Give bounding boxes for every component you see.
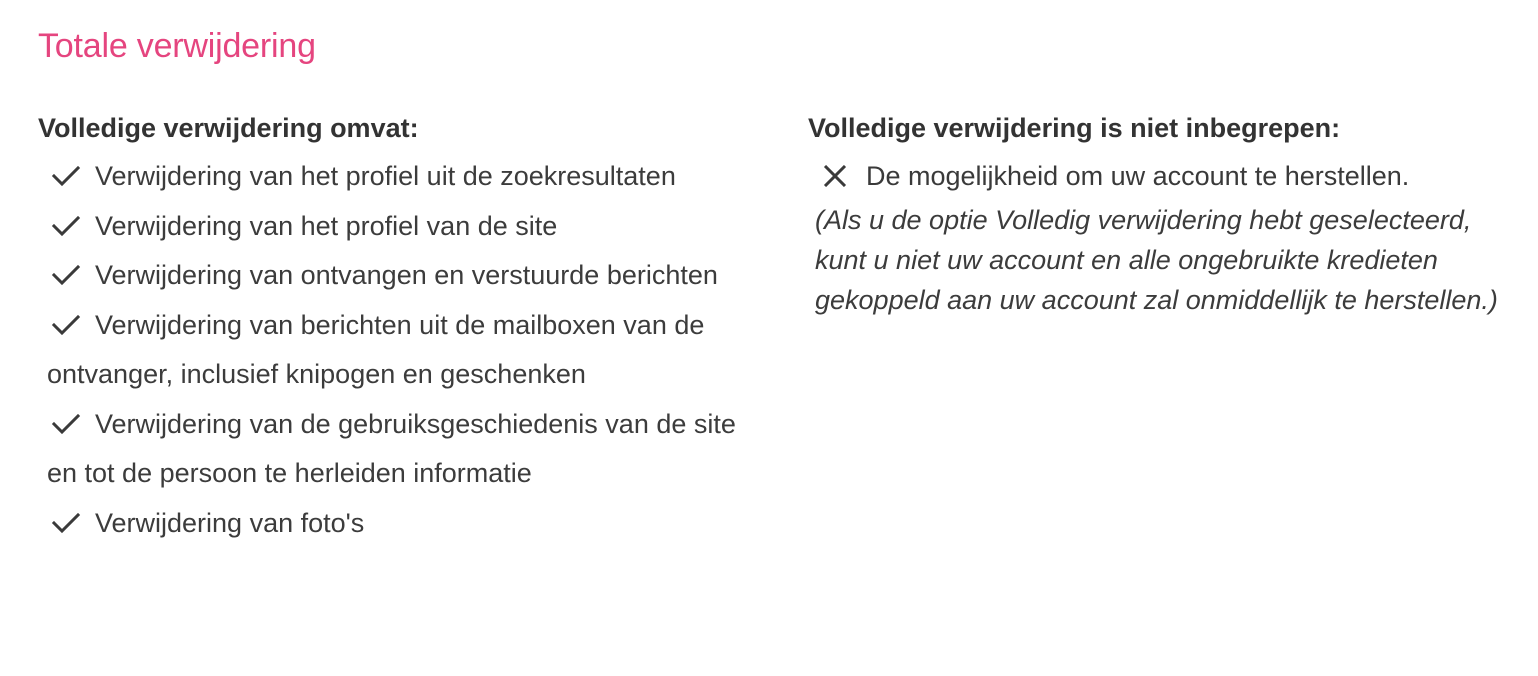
list-item-label: Verwijdering van foto's	[95, 507, 365, 538]
list-item-label: Verwijdering van ontvangen en verstuurde…	[95, 260, 718, 290]
list-item: Verwijdering van ontvangen en verstuurde…	[47, 251, 758, 301]
check-icon	[51, 512, 81, 534]
list-item: Verwijdering van het profiel uit de zoek…	[47, 152, 758, 202]
page-title: Totale verwijdering	[38, 27, 316, 65]
list-item-label: Verwijdering van het profiel van de site	[95, 210, 558, 241]
list-item: Verwijdering van foto's	[47, 499, 758, 549]
list-item-label: Verwijdering van de gebruiksgeschiedenis…	[47, 408, 736, 489]
excluded-note: (Als u de optie Volledig verwijdering he…	[815, 205, 1498, 315]
check-icon	[51, 165, 81, 187]
check-icon	[51, 264, 81, 286]
included-list: Verwijdering van het profiel uit de zoek…	[38, 152, 758, 548]
list-item-label: Verwijdering van het profiel uit de zoek…	[95, 161, 676, 191]
check-icon	[51, 215, 81, 237]
check-icon	[51, 314, 81, 336]
list-item-label: Verwijdering van berichten uit de mailbo…	[47, 309, 705, 390]
excluded-section: Volledige verwijdering is niet inbegrepe…	[808, 104, 1508, 320]
list-item-label: De mogelijkheid om uw account te herstel…	[866, 161, 1410, 191]
list-item: De mogelijkheid om uw account te herstel…	[808, 152, 1508, 200]
cross-icon	[820, 165, 850, 187]
list-item: Verwijdering van berichten uit de mailbo…	[47, 301, 758, 400]
included-heading: Volledige verwijdering omvat:	[38, 113, 419, 143]
list-item: Verwijdering van de gebruiksgeschiedenis…	[47, 400, 758, 499]
check-icon	[51, 413, 81, 435]
list-item: Verwijdering van het profiel van de site	[47, 202, 758, 252]
included-section: Volledige verwijdering omvat: Verwijderi…	[38, 104, 758, 548]
excluded-heading: Volledige verwijdering is niet inbegrepe…	[808, 113, 1341, 143]
